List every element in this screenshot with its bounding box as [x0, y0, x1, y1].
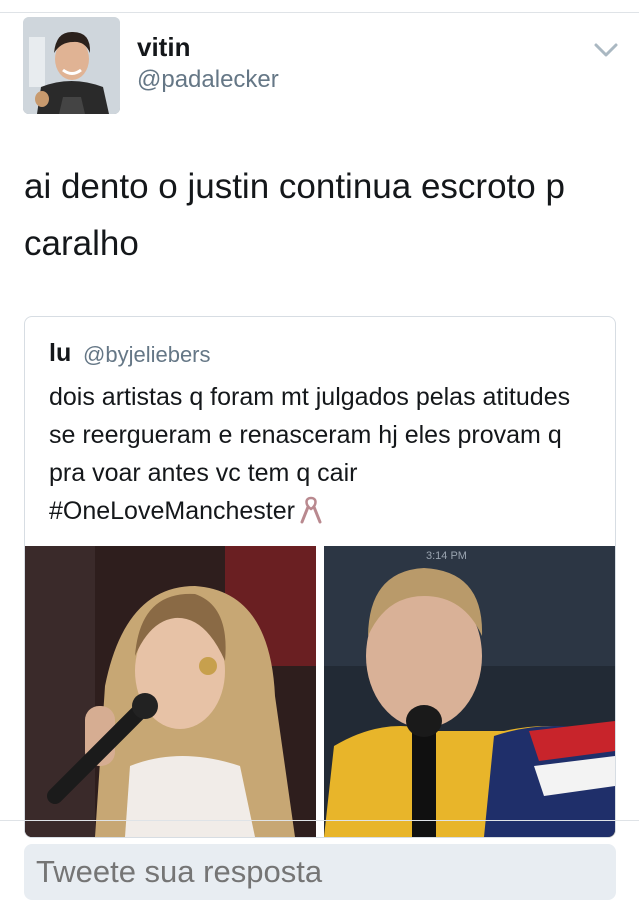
photo-timestamp: 3:14 PM [426, 550, 467, 562]
chevron-down-icon[interactable] [592, 38, 620, 62]
author-name[interactable]: vitin [137, 32, 190, 63]
quoted-tweet-text-block: dois artistas q foram mt julgados pelas … [49, 378, 594, 530]
photo-left[interactable] [25, 546, 316, 837]
tweet-text: ai dento o justin continua escroto p car… [24, 167, 565, 263]
singer-photo-right [324, 546, 615, 837]
reply-divider [0, 820, 639, 821]
quoted-author-handle: @byjeliebers [83, 342, 211, 367]
photo-right[interactable]: 3:14 PM [324, 546, 615, 837]
avatar-photo [23, 17, 120, 114]
avatar[interactable] [23, 17, 120, 114]
media-grid: 3:14 PM [25, 546, 615, 837]
top-divider [0, 12, 639, 13]
quoted-tweet-card[interactable]: lu @byjeliebers dois artistas q foram mt… [24, 316, 616, 838]
singer-photo-left [25, 546, 316, 837]
ribbon-icon [300, 496, 322, 524]
reply-input[interactable] [24, 844, 616, 900]
author-handle[interactable]: @padalecker [137, 66, 279, 94]
quoted-author-name: lu [49, 339, 72, 367]
